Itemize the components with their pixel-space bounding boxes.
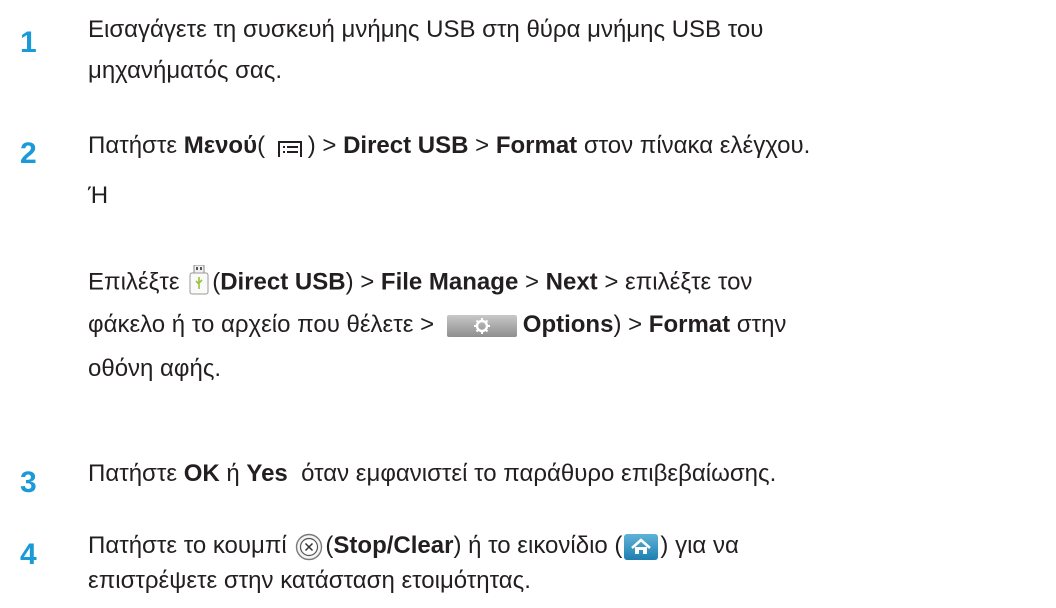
direct-usb-label-2: Direct USB bbox=[220, 268, 346, 296]
step-4-text-line-1: Πατήστε το κουμπί (Stop/Clear) ή το εικο… bbox=[88, 532, 739, 560]
usb-drive-icon bbox=[189, 265, 209, 295]
next-label: Next bbox=[545, 268, 598, 296]
step-2-text-line-3: Επιλέξτε (Direct USB) > File Manage > Ne… bbox=[88, 265, 752, 301]
format-label: Format bbox=[495, 132, 578, 159]
step-number-1: 1 bbox=[20, 26, 37, 59]
step-2-text-line-1: Πατήστε Μενού( ) > Direct USB > Format σ… bbox=[88, 132, 811, 159]
step-1-text-line-2: μηχανήματός σας. bbox=[88, 57, 283, 84]
home-icon bbox=[624, 533, 659, 560]
step-2-text-line-5: οθόνη αφής. bbox=[88, 355, 222, 382]
step-2-text-line-4: φάκελο ή το αρχείο που θέλετε > Options)… bbox=[88, 311, 787, 338]
step-1-text-line-1: Εισαγάγετε τη συσκευή μνήμης USB στη θύρ… bbox=[88, 16, 764, 43]
yes-label: Yes bbox=[246, 460, 288, 487]
step-2-or-text: Ή bbox=[88, 182, 109, 209]
step-4-text-line-2: επιστρέψετε στην κατάσταση ετοιμότητας. bbox=[88, 567, 531, 594]
format-label-2: Format bbox=[648, 311, 731, 338]
menu-label: Μενού bbox=[183, 132, 258, 159]
step-number-3: 3 bbox=[20, 466, 37, 499]
step-number-2: 2 bbox=[20, 137, 37, 170]
direct-usb-label: Direct USB bbox=[343, 132, 469, 159]
menu-icon bbox=[277, 140, 302, 157]
ok-label: OK bbox=[183, 460, 220, 487]
stop-clear-icon bbox=[296, 533, 323, 560]
file-manage-label: File Manage bbox=[380, 268, 519, 296]
gear-icon bbox=[446, 314, 517, 337]
options-label: Options bbox=[522, 311, 614, 338]
step-number-4: 4 bbox=[20, 538, 37, 571]
stop-clear-label: Stop/Clear bbox=[333, 532, 454, 559]
step-3-text: Πατήστε OK ή Yes όταν εμφανιστεί το παρά… bbox=[88, 460, 777, 487]
